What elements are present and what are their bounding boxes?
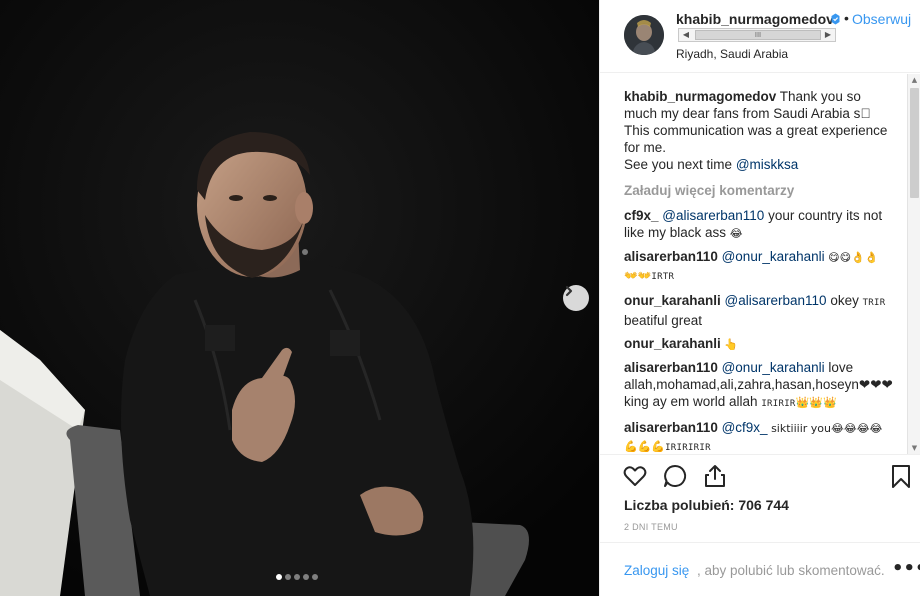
carousel-dot — [312, 574, 318, 580]
photo-illustration — [0, 0, 599, 596]
next-slide-button[interactable] — [563, 285, 589, 311]
comment-tag: TRIR — [862, 298, 886, 308]
list-item: onur_karahanli @alisarerban110 okey TRIR… — [624, 292, 896, 329]
carousel-indicator — [276, 574, 318, 580]
chevron-right-icon — [565, 285, 573, 297]
horizontal-scrollbar[interactable]: ◀ III ▶ — [678, 28, 836, 42]
post-side-panel: khabib_nurmagomedov • Obserwuj ◀ III ▶ R… — [599, 0, 920, 596]
comment-emoji: 👑👑👑 — [795, 396, 837, 409]
comment-text: 👆 — [720, 338, 738, 351]
comment-username[interactable]: alisarerban110 — [624, 249, 718, 264]
scroll-right-icon[interactable]: ▶ — [821, 29, 835, 41]
share-icon[interactable] — [702, 463, 728, 489]
caption-username[interactable]: khabib_nurmagomedov — [624, 89, 776, 104]
post-username[interactable]: khabib_nurmagomedov — [676, 11, 834, 27]
post-photo[interactable] — [0, 0, 599, 596]
header-separator: • — [844, 10, 849, 26]
comment-tag: IRIRIRIR — [665, 443, 711, 453]
scrollbar-thumb[interactable] — [910, 88, 919, 198]
comment-mention[interactable]: @onur_karahanli — [722, 249, 825, 264]
follow-button[interactable]: Obserwuj — [852, 11, 911, 27]
comment-mention[interactable]: @onur_karahanli — [722, 360, 825, 375]
carousel-dot — [303, 574, 309, 580]
comment-text: siktiiiir you😂😂😂😂 — [767, 422, 883, 435]
scroll-down-icon[interactable]: ▼ — [908, 444, 920, 452]
list-item: onur_karahanli 👆 — [624, 335, 896, 353]
avatar-image — [624, 15, 664, 55]
login-link[interactable]: Zaloguj się — [624, 563, 689, 578]
ellipsis-icon[interactable]: ••• — [892, 558, 920, 579]
load-more-comments-button[interactable]: Załaduj więcej komentarzy — [624, 182, 896, 199]
comments-list: khabib_nurmagomedov Thank you so much my… — [624, 88, 896, 454]
login-prompt-text: , aby polubić lub skomentować. — [697, 563, 885, 578]
comment-tag: IRTR — [651, 272, 675, 282]
list-item: alisarerban110 @onur_karahanli 😋😋👌👌 👐👐IR… — [624, 248, 896, 286]
likes-count[interactable]: Liczba polubień: 706 744 — [624, 497, 789, 513]
comment-emoji: 👐👐 — [624, 269, 652, 282]
comment-text: 😋😋👌👌 — [824, 251, 879, 264]
comment-icon[interactable] — [662, 463, 688, 489]
post-timestamp[interactable]: 2 DNI TEMU — [624, 522, 678, 532]
list-item: alisarerban110 @onur_karahanli love alla… — [624, 359, 896, 413]
comment-mention[interactable]: @cf9x_ — [722, 420, 768, 435]
post-location[interactable]: Riyadh, Saudi Arabia — [676, 47, 788, 61]
login-prompt-bar: Zaloguj się , aby polubić lub skomentowa… — [600, 542, 920, 596]
comment-mention[interactable]: @alisarerban110 — [725, 293, 827, 308]
scroll-up-icon[interactable]: ▲ — [908, 76, 920, 84]
comment-username[interactable]: cf9x_ — [624, 208, 659, 223]
comment-text: okey — [826, 293, 863, 308]
carousel-dot — [276, 574, 282, 580]
comment-emoji: 💪💪💪 — [624, 440, 666, 453]
post-caption: khabib_nurmagomedov Thank you so much my… — [624, 88, 896, 173]
vertical-scrollbar[interactable]: ▲ ▼ — [907, 74, 920, 454]
comment-username[interactable]: onur_karahanli — [624, 336, 721, 351]
comment-emoji: 😂 — [729, 227, 743, 240]
carousel-dot — [294, 574, 300, 580]
list-item: alisarerban110 @cf9x_ siktiiiir you😂😂😂😂 … — [624, 419, 896, 454]
scroll-left-icon[interactable]: ◀ — [679, 29, 693, 41]
post-header: khabib_nurmagomedov • Obserwuj ◀ III ▶ R… — [600, 0, 920, 73]
comment-mention[interactable]: @alisarerban110 — [662, 208, 764, 223]
comment-username[interactable]: alisarerban110 — [624, 420, 718, 435]
caption-mention[interactable]: @miskksa — [736, 157, 798, 172]
comment-tag: IRIRIR — [761, 399, 796, 409]
comment-username[interactable]: alisarerban110 — [624, 360, 718, 375]
caption-text: See you next time — [624, 157, 736, 172]
carousel-dot — [285, 574, 291, 580]
scrollbar-thumb[interactable]: III — [695, 30, 821, 40]
comment-username[interactable]: onur_karahanli — [624, 293, 721, 308]
list-item: cf9x_ @alisarerban110 your country its n… — [624, 207, 896, 242]
bookmark-icon[interactable] — [888, 463, 914, 489]
heart-icon[interactable] — [622, 463, 648, 489]
verified-badge-icon — [831, 13, 840, 25]
post-actions-bar — [600, 454, 920, 494]
avatar[interactable] — [624, 15, 664, 55]
comment-text: beatiful great — [624, 313, 703, 328]
